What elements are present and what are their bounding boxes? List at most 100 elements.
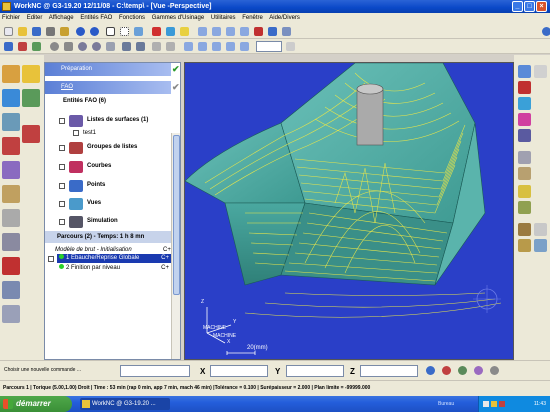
help-icon[interactable] [540,25,550,38]
view-top-icon[interactable] [210,25,223,38]
tree-scrollbar[interactable] [171,133,180,359]
section-icon[interactable] [164,40,177,53]
material-icon[interactable] [518,167,531,180]
rotate-icon[interactable] [134,40,147,53]
validate-icon[interactable] [472,364,485,377]
view-right-icon[interactable] [210,40,223,53]
parcours-header[interactable]: Parcours (2) - Temps: 1 h 8 mn [45,231,173,243]
tree-entites-label[interactable]: Entités FAO (6) [63,98,106,104]
pick-curve-icon[interactable] [456,364,469,377]
minus-icon[interactable] [284,40,297,53]
part-open-icon[interactable] [2,40,15,53]
tree-item-courbes[interactable]: Courbes [87,163,111,169]
fit-icon[interactable] [104,40,117,53]
tree-scroll-thumb[interactable] [173,135,180,295]
shade-magenta-icon[interactable] [518,113,531,126]
stock-model-icon[interactable] [2,65,20,83]
view-side-icon[interactable] [238,25,251,38]
shade-cyan-icon[interactable] [518,97,531,110]
drilling-icon[interactable] [2,185,20,203]
toolpath-filter-icon[interactable] [518,201,531,214]
tree-item-vues[interactable]: Vues [87,200,101,206]
tool-holder-icon[interactable] [518,223,531,236]
folder-icon[interactable] [22,65,40,83]
tree-checkbox-simulation[interactable] [59,219,65,225]
light-icon[interactable] [178,25,191,38]
tree-item-surfaces[interactable]: Listes de surfaces (1) [87,117,148,123]
tray-volume-icon[interactable] [491,401,497,407]
menu-entites-fao[interactable]: Entités FAO [80,15,112,21]
axis-icon[interactable] [150,25,163,38]
snap-icon[interactable] [424,364,437,377]
undo-icon[interactable] [74,25,87,38]
tree-item-simulation[interactable]: Simulation [87,218,118,224]
tree-item-points[interactable]: Points [87,182,105,188]
3d-viewport[interactable]: Z Y X MACHINE MACHINE 20(mm) [184,62,514,360]
view-top-2-icon[interactable] [182,40,195,53]
part-icon[interactable] [30,25,43,38]
view-bottom-icon[interactable] [238,40,251,53]
light-ring-icon[interactable] [518,151,531,164]
clock[interactable]: 11:43 [534,401,546,407]
measure-icon[interactable] [150,40,163,53]
tree-checkbox-surfaces[interactable] [59,118,65,124]
tree-item-groupes[interactable]: Groupes de listes [87,144,137,150]
stock-icon[interactable] [518,239,531,252]
tree-preparation-header[interactable]: Préparation [45,63,171,76]
shade-dark-icon[interactable] [518,129,531,142]
tree-checkbox-courbes[interactable] [59,164,65,170]
zoom-box-icon[interactable] [62,40,75,53]
tree-checkbox-vues[interactable] [59,201,65,207]
open-icon[interactable] [16,25,29,38]
tool-view-icon[interactable] [534,223,547,236]
view-reset-icon[interactable] [534,65,547,78]
pan-icon[interactable] [120,40,133,53]
menu-fenetre[interactable]: Fenêtre [242,15,263,21]
view-front-2-icon[interactable] [196,40,209,53]
tree-checkbox-test1[interactable] [73,130,79,136]
zoom-out-icon[interactable] [90,40,103,53]
tool-icon[interactable] [2,233,20,251]
pick-point-icon[interactable] [440,364,453,377]
menu-fichier[interactable]: Fichier [2,15,20,21]
select-icon[interactable] [104,25,117,38]
contour-icon[interactable] [2,113,20,131]
close-button[interactable]: × [536,1,547,12]
part-save-icon[interactable] [16,40,29,53]
view-back-icon[interactable] [224,40,237,53]
simulate-icon[interactable] [2,209,20,227]
wireframe-icon[interactable] [266,25,279,38]
view-front-icon[interactable] [224,25,237,38]
tray-security-icon[interactable] [499,401,505,407]
minimize-button[interactable]: _ [512,1,523,12]
command-field[interactable] [120,365,190,377]
tree-checkbox-groupes[interactable] [59,145,65,151]
layers-icon[interactable] [132,25,145,38]
print-icon[interactable] [44,25,57,38]
model-stock-item[interactable]: Modèle de brut - Initialisation [55,246,132,254]
toolpath-show-icon[interactable] [518,185,531,198]
delete-icon[interactable] [22,125,40,143]
grid-icon[interactable] [118,25,131,38]
tray-network-icon[interactable] [483,401,489,407]
part-close-icon[interactable] [30,40,43,53]
menu-aide[interactable]: Aide/Divers [269,15,300,21]
start-button[interactable]: démarrer [0,396,72,412]
y-coordinate-input[interactable] [286,365,344,377]
view-cube-icon[interactable] [164,25,177,38]
check-icon[interactable] [22,89,40,107]
surfaces-icon[interactable] [2,89,20,107]
view-persp-icon[interactable] [518,65,531,78]
menu-gammes[interactable]: Gammes d'Usinage [152,15,205,21]
redo-icon[interactable] [88,25,101,38]
x-coordinate-input[interactable] [210,365,268,377]
tree-fao-header[interactable]: FAO [45,81,171,94]
desktop-label[interactable]: Bureau [438,396,454,412]
cancel-icon[interactable] [488,364,501,377]
taskbar-app-worknc[interactable]: WorkNC @ G3-19.20 ... [80,398,170,410]
shade-red-icon[interactable] [518,81,531,94]
hidden-line-icon[interactable] [280,25,293,38]
op1-item[interactable]: 1 Ebauche/Reprise Globale C+ [57,254,171,263]
tree-item-test1[interactable]: test1 [83,129,96,137]
export-icon[interactable] [58,25,71,38]
